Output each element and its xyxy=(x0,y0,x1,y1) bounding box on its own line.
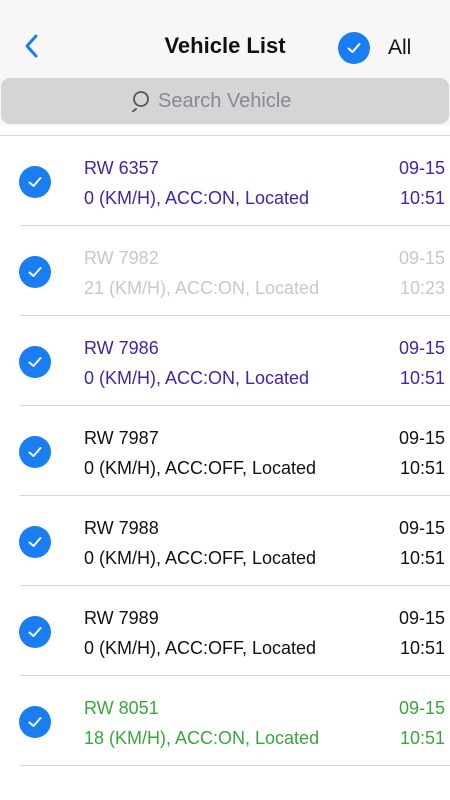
vehicle-time: 10:51 xyxy=(399,548,445,568)
vehicle-row[interactable]: RW 7989 0 (KM/H), ACC:OFF, Located 09-15… xyxy=(0,586,450,676)
page-title: Vehicle List xyxy=(164,33,286,58)
vehicle-plate: RW 7982 xyxy=(84,248,159,268)
nav-bar: Vehicle List All xyxy=(0,0,450,78)
vehicle-date: 09-15 xyxy=(398,428,445,448)
vehicle-status: 18 (KM/H), ACC:ON, Located xyxy=(84,728,320,748)
search-bar-container xyxy=(0,78,450,126)
search-input[interactable] xyxy=(158,89,318,113)
vehicle-checkbox[interactable] xyxy=(19,616,51,648)
vehicle-status: 0 (KM/H), ACC:ON, Located xyxy=(84,188,310,208)
search-bar[interactable] xyxy=(1,78,449,124)
vehicle-time: 10:51 xyxy=(399,458,445,478)
vehicle-checkbox[interactable] xyxy=(19,526,51,558)
vehicle-time: 10:51 xyxy=(399,188,445,208)
vehicle-row[interactable]: RW 6357 0 (KM/H), ACC:ON, Located 09-15 … xyxy=(0,136,450,226)
vehicle-checkbox[interactable] xyxy=(19,706,51,738)
vehicle-date: 09-15 xyxy=(398,248,445,268)
checkmark-icon xyxy=(28,627,42,637)
vehicle-date: 09-15 xyxy=(398,518,445,538)
search-icon xyxy=(132,91,149,112)
vehicle-checkbox[interactable] xyxy=(19,166,51,198)
vehicle-row[interactable]: RW 7986 0 (KM/H), ACC:ON, Located 09-15 … xyxy=(0,316,450,406)
vehicle-status: 21 (KM/H), ACC:ON, Located xyxy=(84,278,320,298)
vehicle-date: 09-15 xyxy=(398,338,445,358)
vehicle-plate: RW 7987 xyxy=(84,428,159,448)
vehicle-row[interactable]: RW 7988 0 (KM/H), ACC:OFF, Located 09-15… xyxy=(0,496,450,586)
vehicle-plate: RW 7989 xyxy=(84,608,159,628)
vehicle-plate: RW 8051 xyxy=(84,698,159,718)
checkmark-icon xyxy=(28,537,42,547)
vehicle-row[interactable]: RW 8051 18 (KM/H), ACC:ON, Located 09-15… xyxy=(0,676,450,766)
vehicle-time: 10:51 xyxy=(399,728,445,748)
vehicle-checkbox[interactable] xyxy=(19,346,51,378)
vehicle-checkbox[interactable] xyxy=(19,256,51,288)
vehicle-status: 0 (KM/H), ACC:OFF, Located xyxy=(84,638,317,658)
vehicle-status: 0 (KM/H), ACC:OFF, Located xyxy=(84,458,317,478)
vehicle-date: 09-15 xyxy=(398,698,445,718)
vehicle-list: RW 6357 0 (KM/H), ACC:ON, Located 09-15 … xyxy=(0,126,450,800)
vehicle-row[interactable]: RW 7982 21 (KM/H), ACC:ON, Located 09-15… xyxy=(0,226,450,316)
vehicle-time: 10:51 xyxy=(399,638,445,658)
vehicle-checkbox[interactable] xyxy=(19,436,51,468)
vehicle-plate: RW 6357 xyxy=(84,158,159,178)
vehicle-time: 10:51 xyxy=(399,368,445,388)
vehicle-status: 0 (KM/H), ACC:ON, Located xyxy=(84,368,310,388)
vehicle-time: 10:23 xyxy=(399,278,445,298)
vehicle-row[interactable]: RW 7987 0 (KM/H), ACC:OFF, Located 09-15… xyxy=(0,406,450,496)
checkmark-icon xyxy=(28,357,42,367)
vehicle-date: 09-15 xyxy=(398,158,445,178)
vehicle-plate: RW 7988 xyxy=(84,518,159,538)
select-all-label[interactable]: All xyxy=(388,36,411,60)
select-all-checkbox[interactable] xyxy=(338,32,370,64)
row-divider xyxy=(20,765,450,766)
checkmark-icon xyxy=(28,717,42,727)
vehicle-plate: RW 7986 xyxy=(84,338,159,358)
checkmark-icon xyxy=(28,447,42,457)
vehicle-date: 09-15 xyxy=(398,608,445,628)
vehicle-status: 0 (KM/H), ACC:OFF, Located xyxy=(84,548,317,568)
checkmark-icon xyxy=(347,43,361,53)
checkmark-icon xyxy=(28,267,42,277)
checkmark-icon xyxy=(28,177,42,187)
